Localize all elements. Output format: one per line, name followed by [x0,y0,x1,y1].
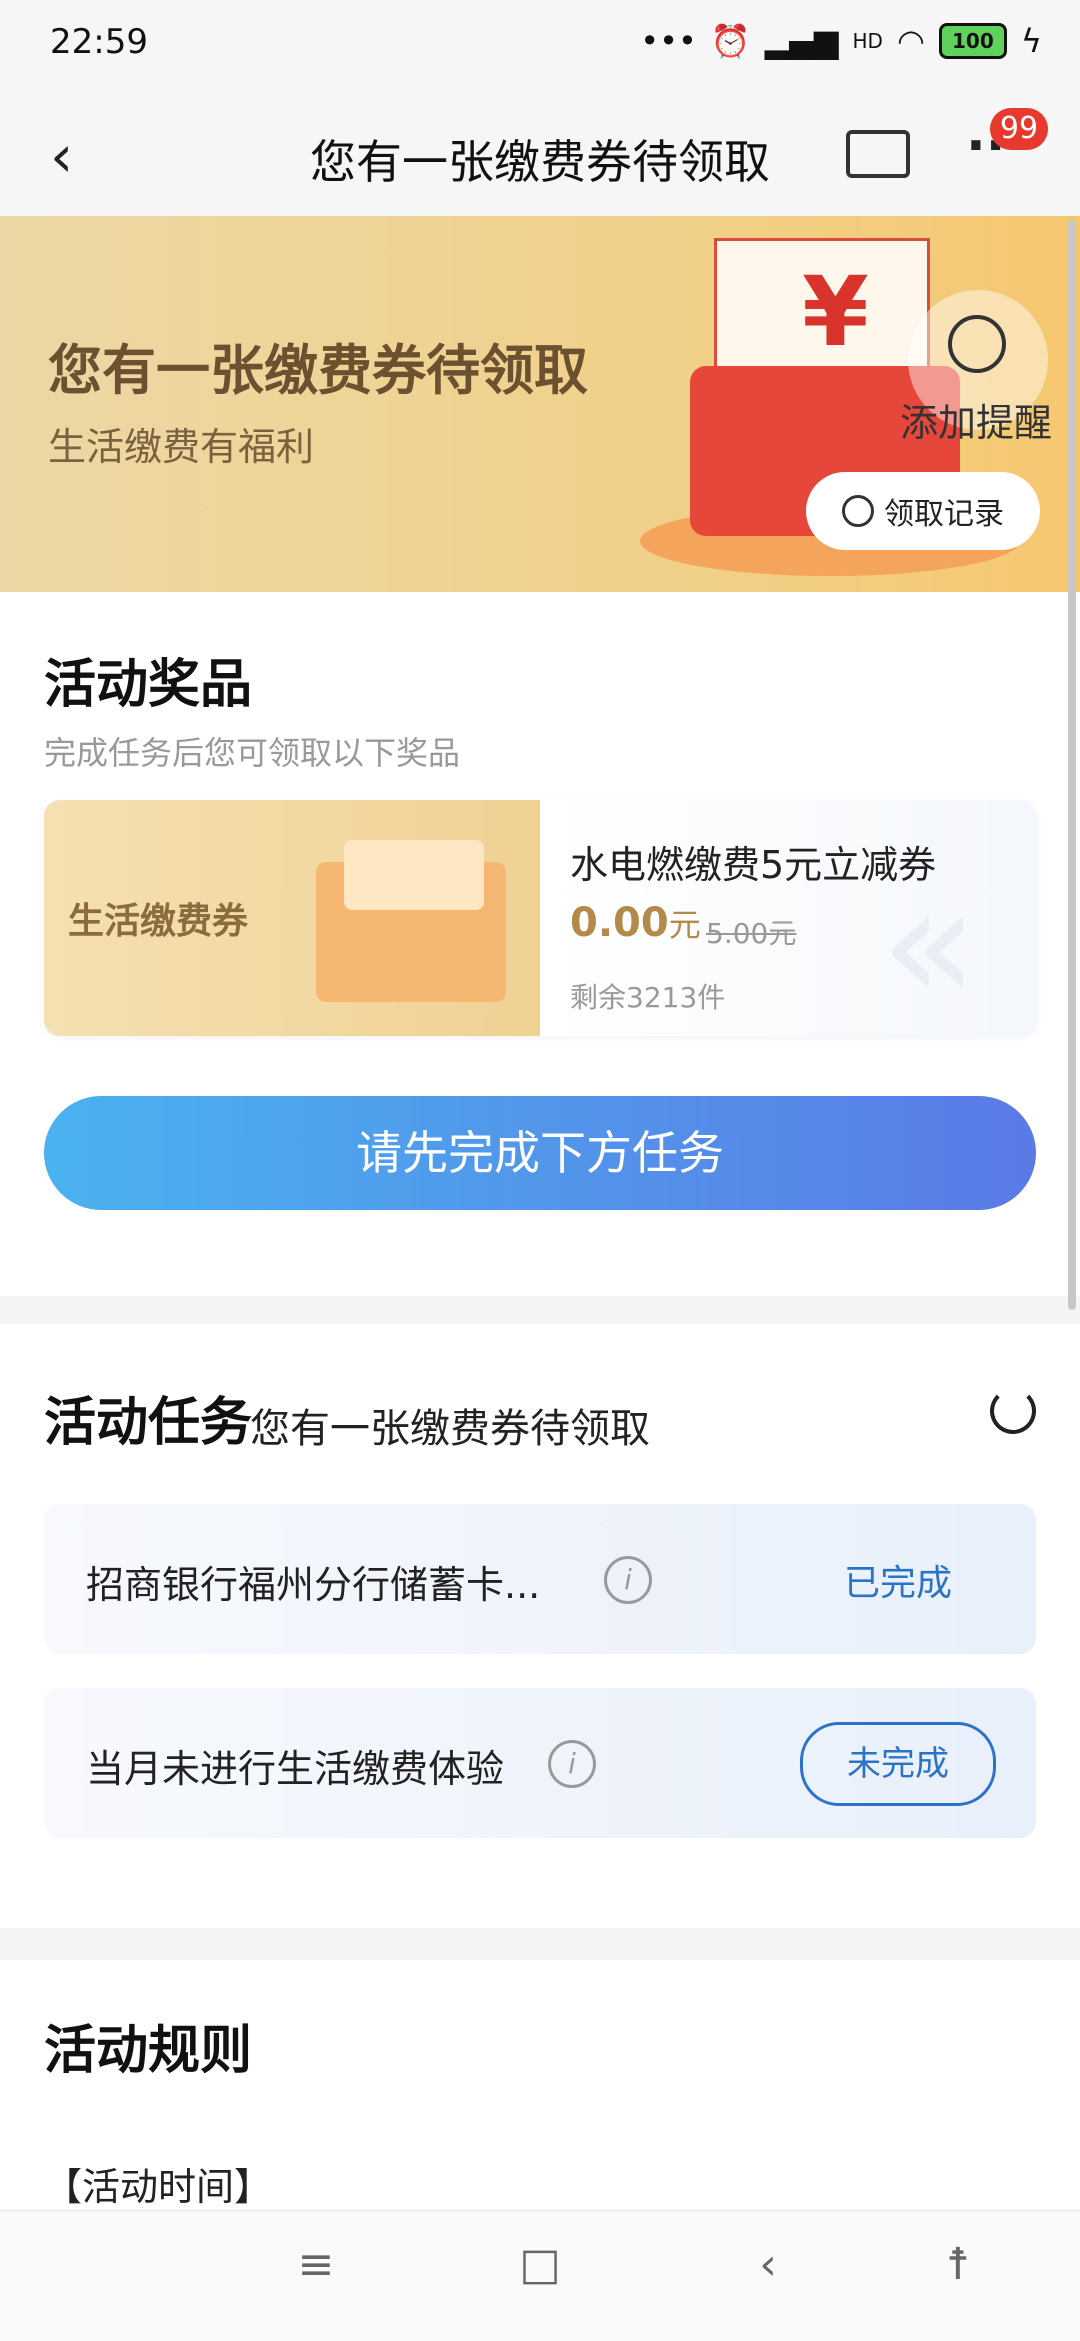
page-title: 您有一张缴费券待领取 [310,135,770,189]
prize-price-value: 0.00 [570,900,669,946]
status-time: 22:59 [50,22,148,62]
refresh-icon[interactable] [990,1388,1036,1434]
task-label: 招商银行福州分行储蓄卡... [86,1563,541,1607]
rules-title: 活动规则 [44,2021,253,2081]
banner-subheading: 生活缴费有福利 [48,425,315,469]
claim-record-button[interactable]: 领取记录 [806,472,1040,550]
tasks-subtitle: 您有一张缴费券待领取 [250,1406,650,1452]
prizes-subtitle: 完成任务后您可领取以下奖品 [44,734,461,772]
task-item: 当月未进行生活缴费体验 i 未完成 [44,1688,1036,1838]
prize-original-price: 5.00元 [706,917,797,950]
prize-card[interactable]: 生活缴费券 « 水电燃缴费5元立减券 0.00元 5.00元 剩余3213件 [44,800,1036,1036]
banner-heading: 您有一张缴费券待领取 [48,339,588,402]
prize-tag: 生活缴费券 [68,901,249,942]
accessibility-icon[interactable]: ☨ [918,2239,998,2290]
scrollbar[interactable] [1068,220,1076,1310]
alarm-icon: ⏰ [710,22,751,60]
rules-first-line: 【活动时间】 [44,2165,273,2209]
prize-price-unit: 元 [668,906,701,944]
add-reminder-label: 添加提醒 [900,401,1053,445]
info-icon[interactable]: i [548,1740,596,1788]
prize-stock: 剩余3213件 [570,981,726,1014]
tasks-section: 活动任务 您有一张缴费券待领取 招商银行福州分行储蓄卡... i 已完成 当月未… [0,1324,1080,1928]
status-icons: ••• ⏰ ▂▄▆ HD ◠ 100 ϟ [640,22,1042,60]
status-bar: 22:59 ••• ⏰ ▂▄▆ HD ◠ 100 ϟ [0,0,1080,96]
menu-icon[interactable]: ≡ [276,2239,356,2290]
back-nav-icon[interactable]: ‹ [728,2239,808,2290]
hd-signal-icon: HD [852,29,883,53]
task-status-button[interactable]: 未完成 [800,1722,996,1806]
battery-icon: 100 [938,23,1007,59]
complete-tasks-button[interactable]: 请先完成下方任务 [44,1096,1036,1210]
gift-lid-illustration [344,840,484,910]
prize-name: 水电燃缴费5元立减券 [570,843,937,887]
task-item: 招商银行福州分行储蓄卡... i 已完成 [44,1504,1036,1654]
rules-section: 活动规则 【活动时间】 [0,1960,1080,2210]
home-icon[interactable]: □ [500,2239,580,2290]
history-icon [842,495,874,527]
prize-card-left: 生活缴费券 [44,800,540,1036]
wifi-icon: ◠ [896,22,925,60]
tasks-title: 活动任务 [44,1393,253,1453]
system-nav-bar: ≡ □ ‹ ☨ [0,2210,1080,2341]
task-status-done: 已完成 [844,1563,953,1604]
signal-icon: ▂▄▆ [764,22,839,60]
task-label: 当月未进行生活缴费体验 [86,1747,505,1791]
claim-record-label: 领取记录 [884,497,1004,532]
top-nav: ‹ 您有一张缴费券待领取 ··· 99 [0,96,1080,216]
alarm-clock-icon [948,315,1006,373]
more-dots-icon: ••• [640,22,697,60]
yen-icon: ¥ [802,256,869,368]
prize-price: 0.00元 [570,900,701,946]
info-icon[interactable]: i [604,1556,652,1604]
charging-icon: ϟ [1020,22,1042,60]
notification-badge: 99 [990,108,1048,150]
prizes-title: 活动奖品 [44,655,253,715]
prize-card-right: « 水电燃缴费5元立减券 0.00元 5.00元 剩余3213件 [540,800,1036,1036]
ticket-icon[interactable] [846,130,910,178]
prizes-section: 活动奖品 完成任务后您可领取以下奖品 生活缴费券 « 水电燃缴费5元立减券 0.… [0,592,1080,1296]
